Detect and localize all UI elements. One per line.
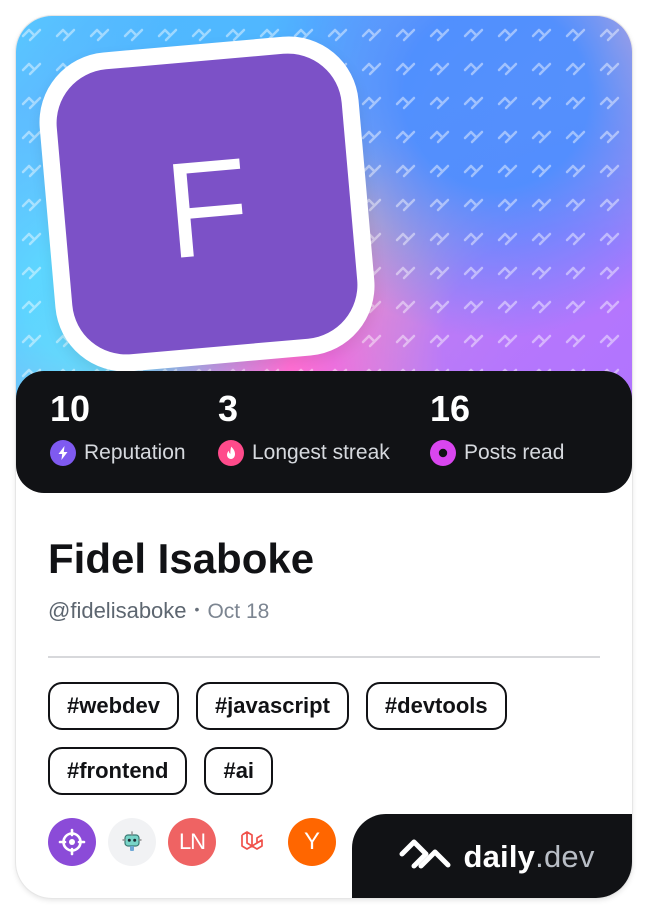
tag-javascript[interactable]: #javascript (195, 682, 349, 730)
profile-name: Fidel Isaboke (48, 535, 315, 582)
avatar-frame: F (33, 30, 381, 378)
eye-icon (430, 439, 456, 466)
stats-bar: 10 Reputation 3 Longest streak 16 Posts … (16, 371, 632, 493)
reputation-label: Reputation (84, 441, 186, 465)
daily-dev-logo-icon (397, 837, 453, 876)
y-combinator-icon[interactable]: Y (288, 818, 336, 866)
profile-meta: @fidelisaboke • Oct 18 (48, 598, 600, 623)
profile-info: Fidel Isaboke @fidelisaboke • Oct 18 (48, 535, 600, 623)
brand-name: daily.dev (463, 841, 594, 872)
stat-posts-read: 16 Posts read (430, 390, 564, 466)
stat-reputation: 10 Reputation (50, 390, 186, 466)
streak-value: 3 (218, 388, 239, 429)
meta-separator: • (194, 601, 200, 617)
stat-longest-streak: 3 Longest streak (218, 390, 390, 466)
profile-card: F 10 Reputation 3 Longest streak 16 Post… (16, 16, 632, 898)
tag-ai[interactable]: #ai (204, 747, 274, 795)
y-combinator-text: Y (303, 828, 320, 855)
ln-text: LN (178, 829, 206, 854)
tag-devtools[interactable]: #devtools (365, 682, 507, 730)
robot-icon[interactable] (108, 818, 156, 866)
tags-list: #webdev #javascript #devtools #frontend … (48, 682, 600, 795)
avatar: F (52, 49, 362, 359)
profile-handle: @fidelisaboke (48, 598, 187, 623)
streak-label: Longest streak (252, 441, 390, 465)
sources-list: LN Y (48, 818, 336, 866)
flame-icon (218, 439, 244, 466)
brand-footer: daily.dev (352, 814, 632, 898)
tag-frontend[interactable]: #frontend (48, 747, 188, 795)
lightning-icon (50, 439, 76, 466)
posts-read-label: Posts read (464, 441, 565, 465)
crosshair-icon[interactable] (48, 818, 96, 866)
avatar-letter: F (159, 128, 256, 288)
profile-date: Oct 18 (207, 600, 270, 623)
reputation-value: 10 (50, 388, 91, 429)
posts-read-value: 16 (430, 388, 471, 429)
tag-webdev[interactable]: #webdev (48, 682, 179, 730)
brand-suffix: .dev (535, 838, 595, 874)
ln-icon[interactable]: LN (168, 818, 216, 866)
divider (48, 656, 600, 658)
brand-main: daily (463, 838, 536, 874)
laravel-icon[interactable] (228, 818, 276, 866)
